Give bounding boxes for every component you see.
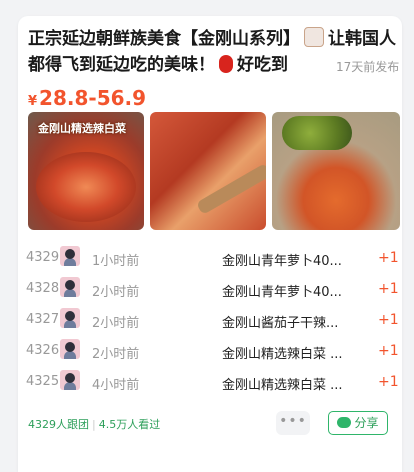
noodle-emoji-icon [304,27,324,47]
avatar [60,370,80,390]
product-image-kimchi-closeup[interactable] [150,112,266,230]
followers-count: 4329人跟团 [28,418,89,431]
record-item: 金刚山精选辣白菜 ... [222,347,343,362]
record-time: 1小时前 [92,254,140,269]
product-image-kimchi-bowl[interactable]: 金刚山精选辣白菜 [28,112,144,230]
image-label: 金刚山精选辣白菜 [38,122,126,135]
list-item: 4327 2小时前 金刚山酱茄子干辣... +1 [26,308,399,339]
list-item: 4329 1小时前 金刚山青年萝卜40... +1 [26,246,399,277]
wechat-icon [337,417,352,428]
title-text: 正宗延边朝鲜族美食【金刚山系列】 [28,29,300,49]
currency-symbol: ¥ [28,94,38,109]
record-item: 金刚山酱茄子干辣... [222,316,339,331]
card-footer: 4329人跟团 | 4.5万人看过 ••• 分享 [28,409,400,439]
avatar [60,308,80,328]
price-range: ¥28.8-56.9 [28,86,146,110]
record-time: 2小时前 [92,316,140,331]
product-card[interactable]: 正宗延边朝鲜族美食【金刚山系列】 让韩国人都得飞到延边吃的美味！ 好吃到 17天前发… [18,16,402,472]
record-time: 4小时前 [92,378,140,393]
record-quantity: +1 [378,343,399,359]
record-number: 4326 [26,343,60,358]
chili-pepper-emoji-icon [219,55,233,73]
record-number: 4327 [26,312,60,327]
record-quantity: +1 [378,374,399,390]
price-value: 28.8-56.9 [39,86,147,110]
record-item: 金刚山青年萝卜40... [222,254,342,269]
record-number: 4329 [26,250,60,265]
share-button[interactable]: 分享 [328,411,388,435]
avatar [60,339,80,359]
publish-time: 17天前发布 [322,58,400,75]
record-quantity: +1 [378,281,399,297]
record-time: 2小时前 [92,285,140,300]
record-number: 4325 [26,374,60,389]
kimchi-bowl-shape [36,152,136,222]
more-options-button[interactable]: ••• [276,411,310,435]
list-item: 4325 4小时前 金刚山精选辣白菜 ... +1 [26,370,399,401]
record-item: 金刚山精选辣白菜 ... [222,378,343,393]
chopstick-shape [195,162,266,216]
product-images[interactable]: 金刚山精选辣白菜 [28,112,400,230]
avatar [60,246,80,266]
list-item: 4328 2小时前 金刚山青年萝卜40... +1 [26,277,399,308]
product-image-radish-plate[interactable] [272,112,400,230]
stats-divider: | [92,418,96,431]
views-count: 4.5万人看过 [98,418,161,431]
title-tail2: 好吃到 [237,55,288,75]
share-label: 分享 [354,416,379,430]
order-record-list: 4329 1小时前 金刚山青年萝卜40... +1 4328 2小时前 金刚山青… [26,246,399,401]
avatar [60,277,80,297]
record-quantity: +1 [378,312,399,328]
record-time: 2小时前 [92,347,140,362]
record-number: 4328 [26,281,60,296]
record-item: 金刚山青年萝卜40... [222,285,342,300]
record-quantity: +1 [378,250,399,266]
pickled-greens-shape [282,116,352,150]
group-stats: 4329人跟团 | 4.5万人看过 [28,416,160,432]
list-item: 4326 2小时前 金刚山精选辣白菜 ... +1 [26,339,399,370]
